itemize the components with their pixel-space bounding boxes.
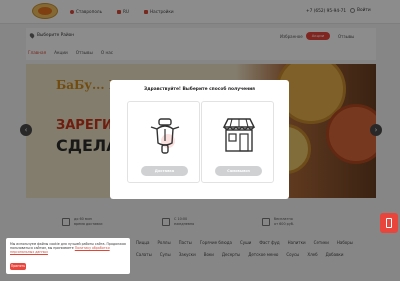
pickup-button[interactable]: Самовывоз	[215, 166, 262, 176]
delivery-method-modal: Здравствуйте! Выберите способ получения …	[110, 80, 289, 199]
cookie-notice: Мы используем файлы cookie для лучшей ра…	[6, 238, 130, 274]
store-icon	[222, 118, 256, 152]
call-button[interactable]	[380, 213, 398, 233]
delivery-option[interactable]: Доставка	[127, 101, 200, 183]
modal-title: Здравствуйте! Выберите способ получения	[143, 87, 255, 92]
cookie-text: Мы используем файлы cookie для лучшей ра…	[10, 242, 126, 255]
delivery-button[interactable]: Доставка	[141, 166, 188, 176]
accept-cookies-button[interactable]: Принять	[10, 263, 26, 270]
pickup-option[interactable]: Самовывоз	[201, 101, 274, 183]
phone-icon	[386, 218, 392, 228]
scooter-icon	[150, 118, 180, 154]
